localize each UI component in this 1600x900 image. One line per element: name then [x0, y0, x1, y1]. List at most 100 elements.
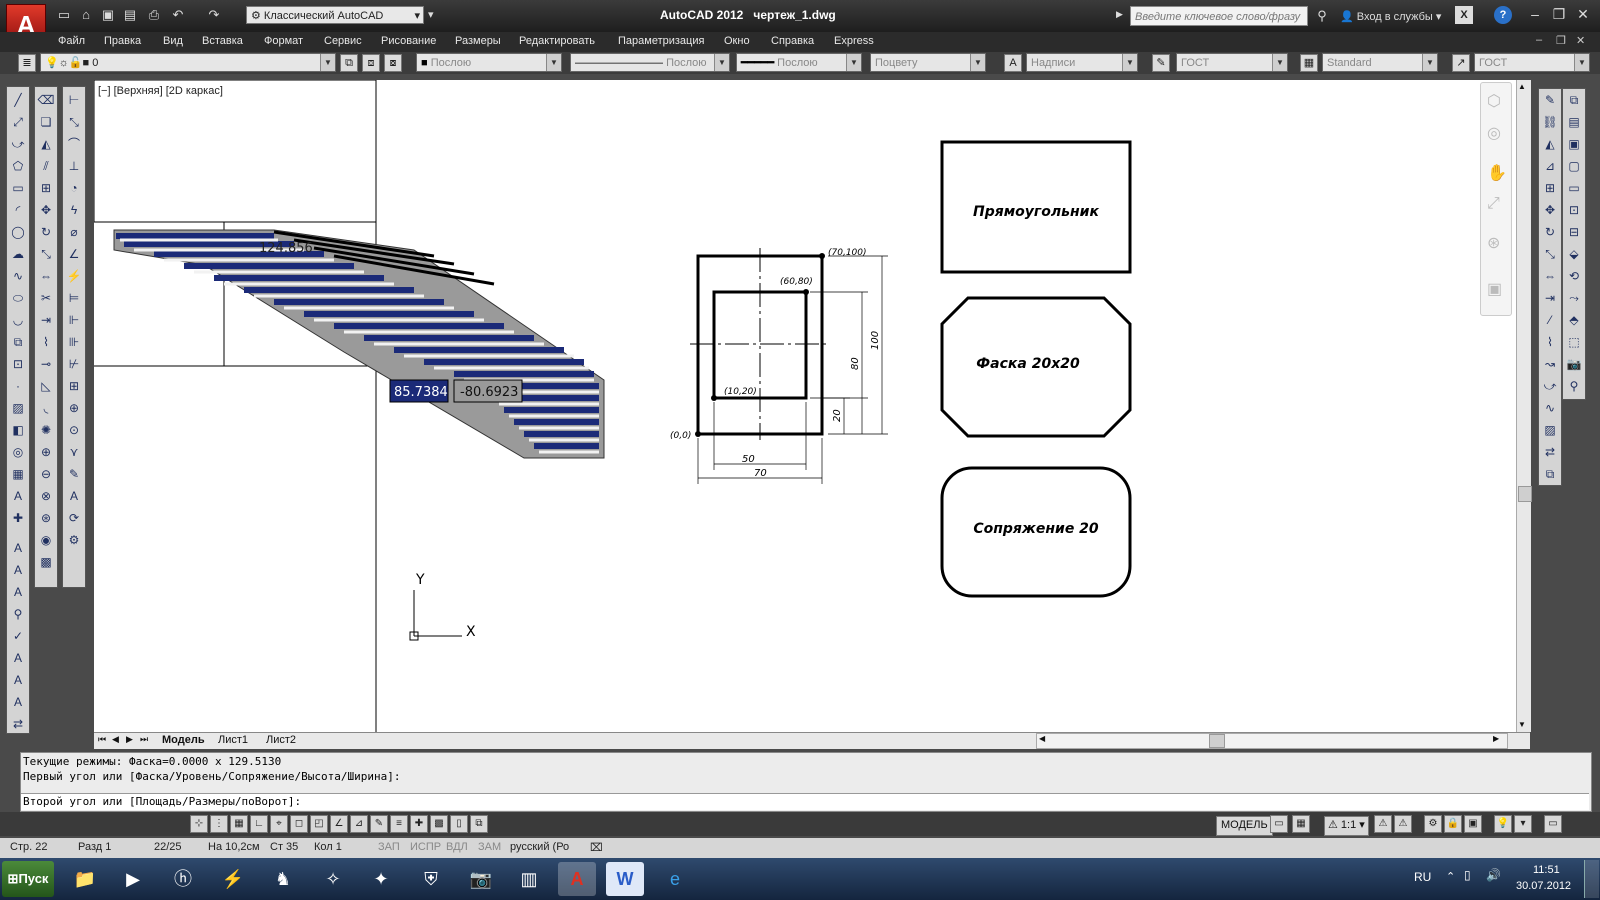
tray-expand-icon[interactable]: ⌃	[1446, 870, 1455, 883]
break-icon[interactable]: ⌇	[37, 333, 55, 351]
camera-app-icon[interactable]: 📷	[462, 862, 500, 896]
ordinate-dim-icon[interactable]: ⊥	[65, 157, 83, 175]
array-icon[interactable]: ⊞	[37, 179, 55, 197]
start-button[interactable]: ⊞Пуск	[2, 861, 54, 897]
link-icon[interactable]: ⛓	[1541, 113, 1559, 131]
inspection-icon[interactable]: ⊙	[65, 421, 83, 439]
ungroup-icon[interactable]: ⊟	[1565, 223, 1583, 241]
jogged-dim-icon[interactable]: ϟ	[65, 201, 83, 219]
line-icon[interactable]: ╱	[9, 91, 27, 109]
quick-view-drawings-icon[interactable]: ▦	[1292, 815, 1310, 833]
baseline-dim-icon[interactable]: ⊨	[65, 289, 83, 307]
center-mark-icon[interactable]: ⊕	[65, 399, 83, 417]
status-bar-menu-icon[interactable]: ▾	[1514, 815, 1532, 833]
pan-icon[interactable]: ✋	[1487, 163, 1507, 183]
tray-volume-icon[interactable]: 🔊	[1486, 868, 1501, 882]
spell-status-icon[interactable]: ⌧	[590, 841, 603, 854]
splinedit-icon[interactable]: ∿	[1541, 399, 1559, 417]
layer-state-icon[interactable]: ⧇	[384, 54, 402, 72]
ie-task-icon[interactable]: e	[656, 862, 694, 896]
find-text-icon[interactable]: ⚲	[9, 605, 27, 623]
orbit-icon[interactable]: ⊛	[1487, 233, 1500, 253]
tab-first-icon[interactable]: ⏮	[98, 734, 106, 745]
move-icon[interactable]: ✥	[37, 201, 55, 219]
hatchedit-icon[interactable]: ▨	[1541, 421, 1559, 439]
dim-update-icon[interactable]: ⟳	[65, 509, 83, 527]
arc-length-icon[interactable]: ⌒	[65, 135, 83, 153]
polyline-icon[interactable]: ⤻	[9, 135, 27, 153]
new-file-icon[interactable]: ▭	[56, 7, 72, 23]
hardware-acceleration-icon[interactable]: ▣	[1464, 815, 1482, 833]
text-style-tool-icon[interactable]: A	[9, 649, 27, 667]
grid-display-icon[interactable]: ▦	[230, 815, 248, 833]
text-style-select[interactable]: Надписи ▼	[1026, 53, 1138, 72]
quick-view-layouts-icon[interactable]: ▭	[1270, 815, 1288, 833]
open-file-icon[interactable]: ⌂	[78, 7, 94, 23]
dim-style-tool-icon[interactable]: ⚙	[65, 531, 83, 549]
clock-time[interactable]: 11:51	[1533, 864, 1560, 876]
binoculars-icon[interactable]: ⚲	[1314, 8, 1330, 24]
stretch3d-icon[interactable]: ⇔	[1541, 267, 1559, 285]
drawing-canvas[interactable]: [−] [Верхняя] [2D каркас] 124.856 85.738…	[94, 80, 1530, 732]
diameter-dim-icon[interactable]: ⌀	[65, 223, 83, 241]
extend-icon[interactable]: ⇥	[37, 311, 55, 329]
rotate3d-icon[interactable]: ↻	[1541, 223, 1559, 241]
tab-prev-icon[interactable]: ◀	[112, 734, 119, 745]
autocad-task-icon[interactable]: A	[558, 862, 596, 896]
point-icon[interactable]: ·	[9, 377, 27, 395]
intersect-icon[interactable]: ⊗	[37, 487, 55, 505]
tab-next-icon[interactable]: ▶	[126, 734, 133, 745]
horizontal-scrollbar[interactable]: ◀ ▶	[1036, 733, 1508, 749]
word-task-icon[interactable]: W	[606, 862, 644, 896]
full-navigation-icon[interactable]: ◎	[1487, 123, 1501, 143]
lineweight-icon[interactable]: ≡	[390, 815, 408, 833]
game-helmet-icon[interactable]: ♞	[264, 862, 302, 896]
radius-dim-icon[interactable]: ◔	[65, 179, 83, 197]
region-icon[interactable]: ◎	[9, 443, 27, 461]
table-style-select[interactable]: Standard ▼	[1322, 53, 1438, 72]
trim-icon[interactable]: ✂	[37, 289, 55, 307]
doc-restore-icon[interactable]: ❐	[1556, 34, 1566, 47]
status-track[interactable]: ИСПР	[410, 841, 441, 853]
pedit-icon[interactable]: ⤻	[1541, 377, 1559, 395]
xref-icon[interactable]: ▢	[1565, 157, 1583, 175]
steering-wheel-icon[interactable]: ⬡	[1487, 91, 1501, 111]
convert-space-icon[interactable]: ⇄	[9, 715, 27, 733]
menu-parametric[interactable]: Параметризация	[618, 35, 704, 47]
materials-icon[interactable]: ▩	[37, 553, 55, 571]
scroll-up-icon[interactable]: ▲	[1518, 82, 1526, 91]
render-icon[interactable]: ◉	[37, 531, 55, 549]
make-block-icon[interactable]: ⊡	[9, 355, 27, 373]
status-overwrite[interactable]: ЗАМ	[478, 841, 501, 853]
save-as-icon[interactable]: ▤	[122, 7, 138, 23]
table-icon[interactable]: ▦	[9, 465, 27, 483]
object-snap-icon[interactable]: ◻	[290, 815, 308, 833]
menu-tools[interactable]: Сервис	[324, 35, 362, 47]
dim-edit-icon[interactable]: ✎	[65, 465, 83, 483]
tab-model[interactable]: Модель	[162, 734, 205, 746]
edit-text-icon[interactable]: A	[9, 583, 27, 601]
tolerance-icon[interactable]: ⊞	[65, 377, 83, 395]
menu-draw[interactable]: Рисование	[381, 35, 436, 47]
vscroll-thumb[interactable]	[1518, 486, 1532, 502]
multileader-style-icon[interactable]: ↗	[1452, 54, 1470, 72]
show-desktop-button[interactable]	[1584, 860, 1599, 898]
quick-access-dropdown-icon[interactable]: ▾	[428, 8, 434, 21]
minimize-icon[interactable]: –	[1524, 4, 1546, 24]
mleader-style-select[interactable]: ГОСТ ▼	[1474, 53, 1590, 72]
add-selected-icon[interactable]: ✚	[9, 509, 27, 527]
game-shield-icon[interactable]: ⛨	[412, 862, 450, 896]
union-icon[interactable]: ⊕	[37, 443, 55, 461]
redo-icon[interactable]: ↷	[206, 7, 222, 23]
make-current-icon[interactable]: ⧉	[340, 54, 358, 72]
mtext-icon[interactable]: A	[9, 487, 27, 505]
text-style-icon[interactable]: A	[1004, 54, 1022, 72]
lineweight-select[interactable]: ━━━━━ Послою ▼	[736, 53, 862, 72]
exchange-icon[interactable]: X	[1455, 6, 1473, 24]
menu-modify[interactable]: Редактировать	[519, 35, 595, 47]
signin-button[interactable]: 👤 Вход в службы ▾	[1340, 10, 1441, 23]
layer-previous-icon[interactable]: ⧈	[362, 54, 380, 72]
block-editor-icon[interactable]: ▣	[1565, 135, 1583, 153]
aligned-dim-icon[interactable]: ⤡	[65, 113, 83, 131]
lengthen-icon[interactable]: ⇥	[1541, 289, 1559, 307]
